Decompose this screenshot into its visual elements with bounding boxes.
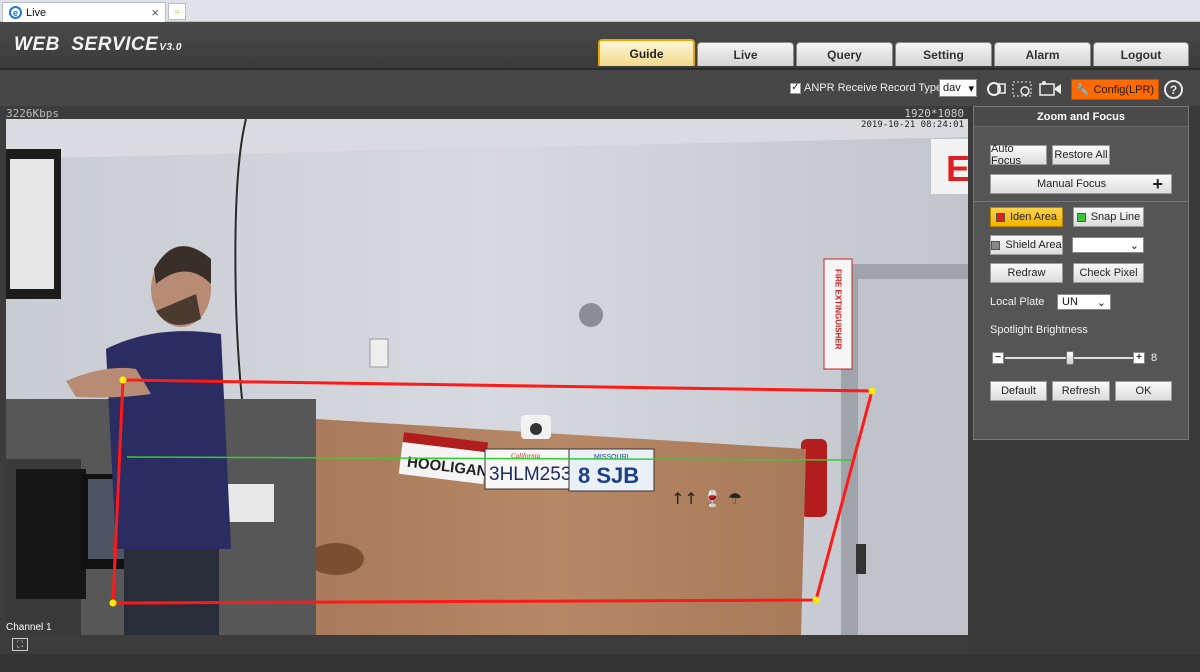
default-button[interactable]: Default	[990, 381, 1047, 401]
anpr-receive-label: ANPR Receive	[804, 82, 878, 94]
browser-tab-strip: e Live × ▫	[0, 0, 1200, 22]
snap-line-swatch	[1076, 212, 1086, 222]
tab-query[interactable]: Query	[796, 42, 893, 66]
record-type-label: Record Type	[880, 82, 943, 94]
shield-area-button[interactable]: Shield Area	[990, 235, 1063, 255]
anpr-receive-toggle[interactable]: ✓ ANPR Receive	[790, 82, 877, 94]
check-pixel-button[interactable]: Check Pixel	[1073, 263, 1144, 283]
shield-area-label: Shield Area	[1005, 239, 1062, 251]
live-video-feed[interactable]: EXIT FIRE EXTINGUISHER HOOLIGAN	[6, 119, 968, 635]
chevron-down-icon: ▾	[968, 82, 974, 95]
iden-area-handle[interactable]	[109, 599, 117, 607]
new-tab-icon[interactable]: ▫	[168, 3, 186, 20]
video-area: 3226Kbps 1920*1080 EXIT	[0, 106, 968, 654]
ptz-control-icon[interactable]	[985, 80, 1009, 98]
exit-sign-text: EXIT	[946, 148, 968, 189]
plus-icon: +	[1152, 173, 1163, 194]
local-plate-value: UN	[1062, 296, 1078, 308]
record-type-select[interactable]: dav ▾	[939, 79, 977, 97]
zoom-focus-panel: Zoom and Focus Auto Focus Restore All Ma…	[973, 106, 1189, 440]
spotlight-slider-thumb[interactable]	[1066, 351, 1074, 365]
panel-title: Zoom and Focus	[974, 107, 1188, 127]
brand-version: V3.0	[159, 42, 182, 53]
manual-focus-button[interactable]: Manual Focus +	[990, 174, 1172, 194]
fire-extinguisher-sign: FIRE EXTINGUISHER	[834, 269, 843, 350]
app-header: WEB SERVICEV3.0 Guide Live Query Setting…	[0, 22, 1200, 68]
plate-2-text: 3HLM253	[489, 464, 571, 485]
tab-logout[interactable]: Logout	[1093, 42, 1189, 66]
spotlight-brightness-label: Spotlight Brightness	[990, 324, 1088, 336]
video-scene: EXIT FIRE EXTINGUISHER HOOLIGAN	[6, 119, 968, 635]
iden-area-button[interactable]: Iden Area	[990, 207, 1063, 227]
internet-explorer-icon: e	[9, 6, 22, 19]
help-icon[interactable]: ?	[1164, 80, 1183, 99]
shield-area-swatch	[991, 240, 1001, 250]
iden-area-handle[interactable]	[812, 596, 820, 604]
channel-label: Channel 1	[6, 622, 52, 633]
spotlight-increase-button[interactable]: +	[1133, 352, 1145, 364]
local-plate-select[interactable]: UN ⌄	[1057, 294, 1111, 310]
close-icon[interactable]: ×	[151, 5, 159, 20]
config-lpr-button[interactable]: 🔧 Config(LPR)	[1071, 79, 1159, 100]
auto-focus-button[interactable]: Auto Focus	[990, 143, 1047, 167]
panel-divider	[974, 201, 1188, 202]
iden-area-swatch	[995, 212, 1005, 222]
region-zoom-icon[interactable]	[1011, 80, 1035, 98]
iden-area-label: Iden Area	[1009, 211, 1058, 223]
chevron-down-icon: ⌄	[1129, 239, 1139, 252]
tab-guide[interactable]: Guide	[598, 39, 695, 66]
status-bar	[0, 654, 1200, 672]
config-lpr-label: Config(LPR)	[1093, 83, 1155, 96]
brand-logo: WEB SERVICEV3.0	[14, 34, 182, 56]
wrench-icon: 🔧	[1075, 84, 1090, 96]
redraw-button[interactable]: Redraw	[990, 263, 1063, 283]
chevron-down-icon: ⌄	[1096, 296, 1106, 309]
fullscreen-icon[interactable]: ⛶	[12, 638, 28, 651]
local-plate-label: Local Plate	[990, 296, 1045, 308]
spotlight-decrease-button[interactable]: −	[992, 352, 1004, 364]
refresh-button[interactable]: Refresh	[1052, 381, 1110, 401]
tab-live[interactable]: Live	[697, 42, 794, 66]
restore-all-button[interactable]: Restore All	[1052, 145, 1110, 165]
tab-alarm[interactable]: Alarm	[994, 42, 1091, 66]
video-timestamp: 2019-10-21 08:24:01	[861, 120, 964, 130]
shield-area-select[interactable]: ⌄	[1072, 237, 1144, 253]
iden-area-handle[interactable]	[119, 376, 127, 384]
record-video-icon[interactable]	[1039, 80, 1063, 98]
plate-3-text: 8 SJB	[578, 463, 639, 488]
ok-button[interactable]: OK	[1115, 381, 1172, 401]
record-type-value: dav	[943, 82, 961, 94]
snap-line-button[interactable]: Snap Line	[1073, 207, 1144, 227]
main-nav: Guide Live Query Setting Alarm Logout	[598, 39, 1189, 66]
crate-symbols: ↑↑ 🍷 ☂	[671, 489, 742, 508]
tab-setting[interactable]: Setting	[895, 42, 992, 66]
iden-area-handle[interactable]	[868, 387, 876, 395]
anpr-receive-checkbox[interactable]: ✓	[790, 82, 801, 94]
manual-focus-label: Manual Focus	[1037, 178, 1107, 190]
spotlight-value: 8	[1151, 352, 1158, 364]
browser-tab-live[interactable]: e Live ×	[2, 2, 166, 22]
live-toolbar: ✓ ANPR Receive Record Type dav ▾ 🔧 Confi…	[0, 68, 1200, 106]
plate-3-header: MISSOURI	[594, 454, 629, 461]
snap-line-label: Snap Line	[1090, 211, 1141, 223]
browser-tab-title: Live	[26, 6, 47, 19]
brand-name: WEB SERVICE	[14, 34, 159, 55]
